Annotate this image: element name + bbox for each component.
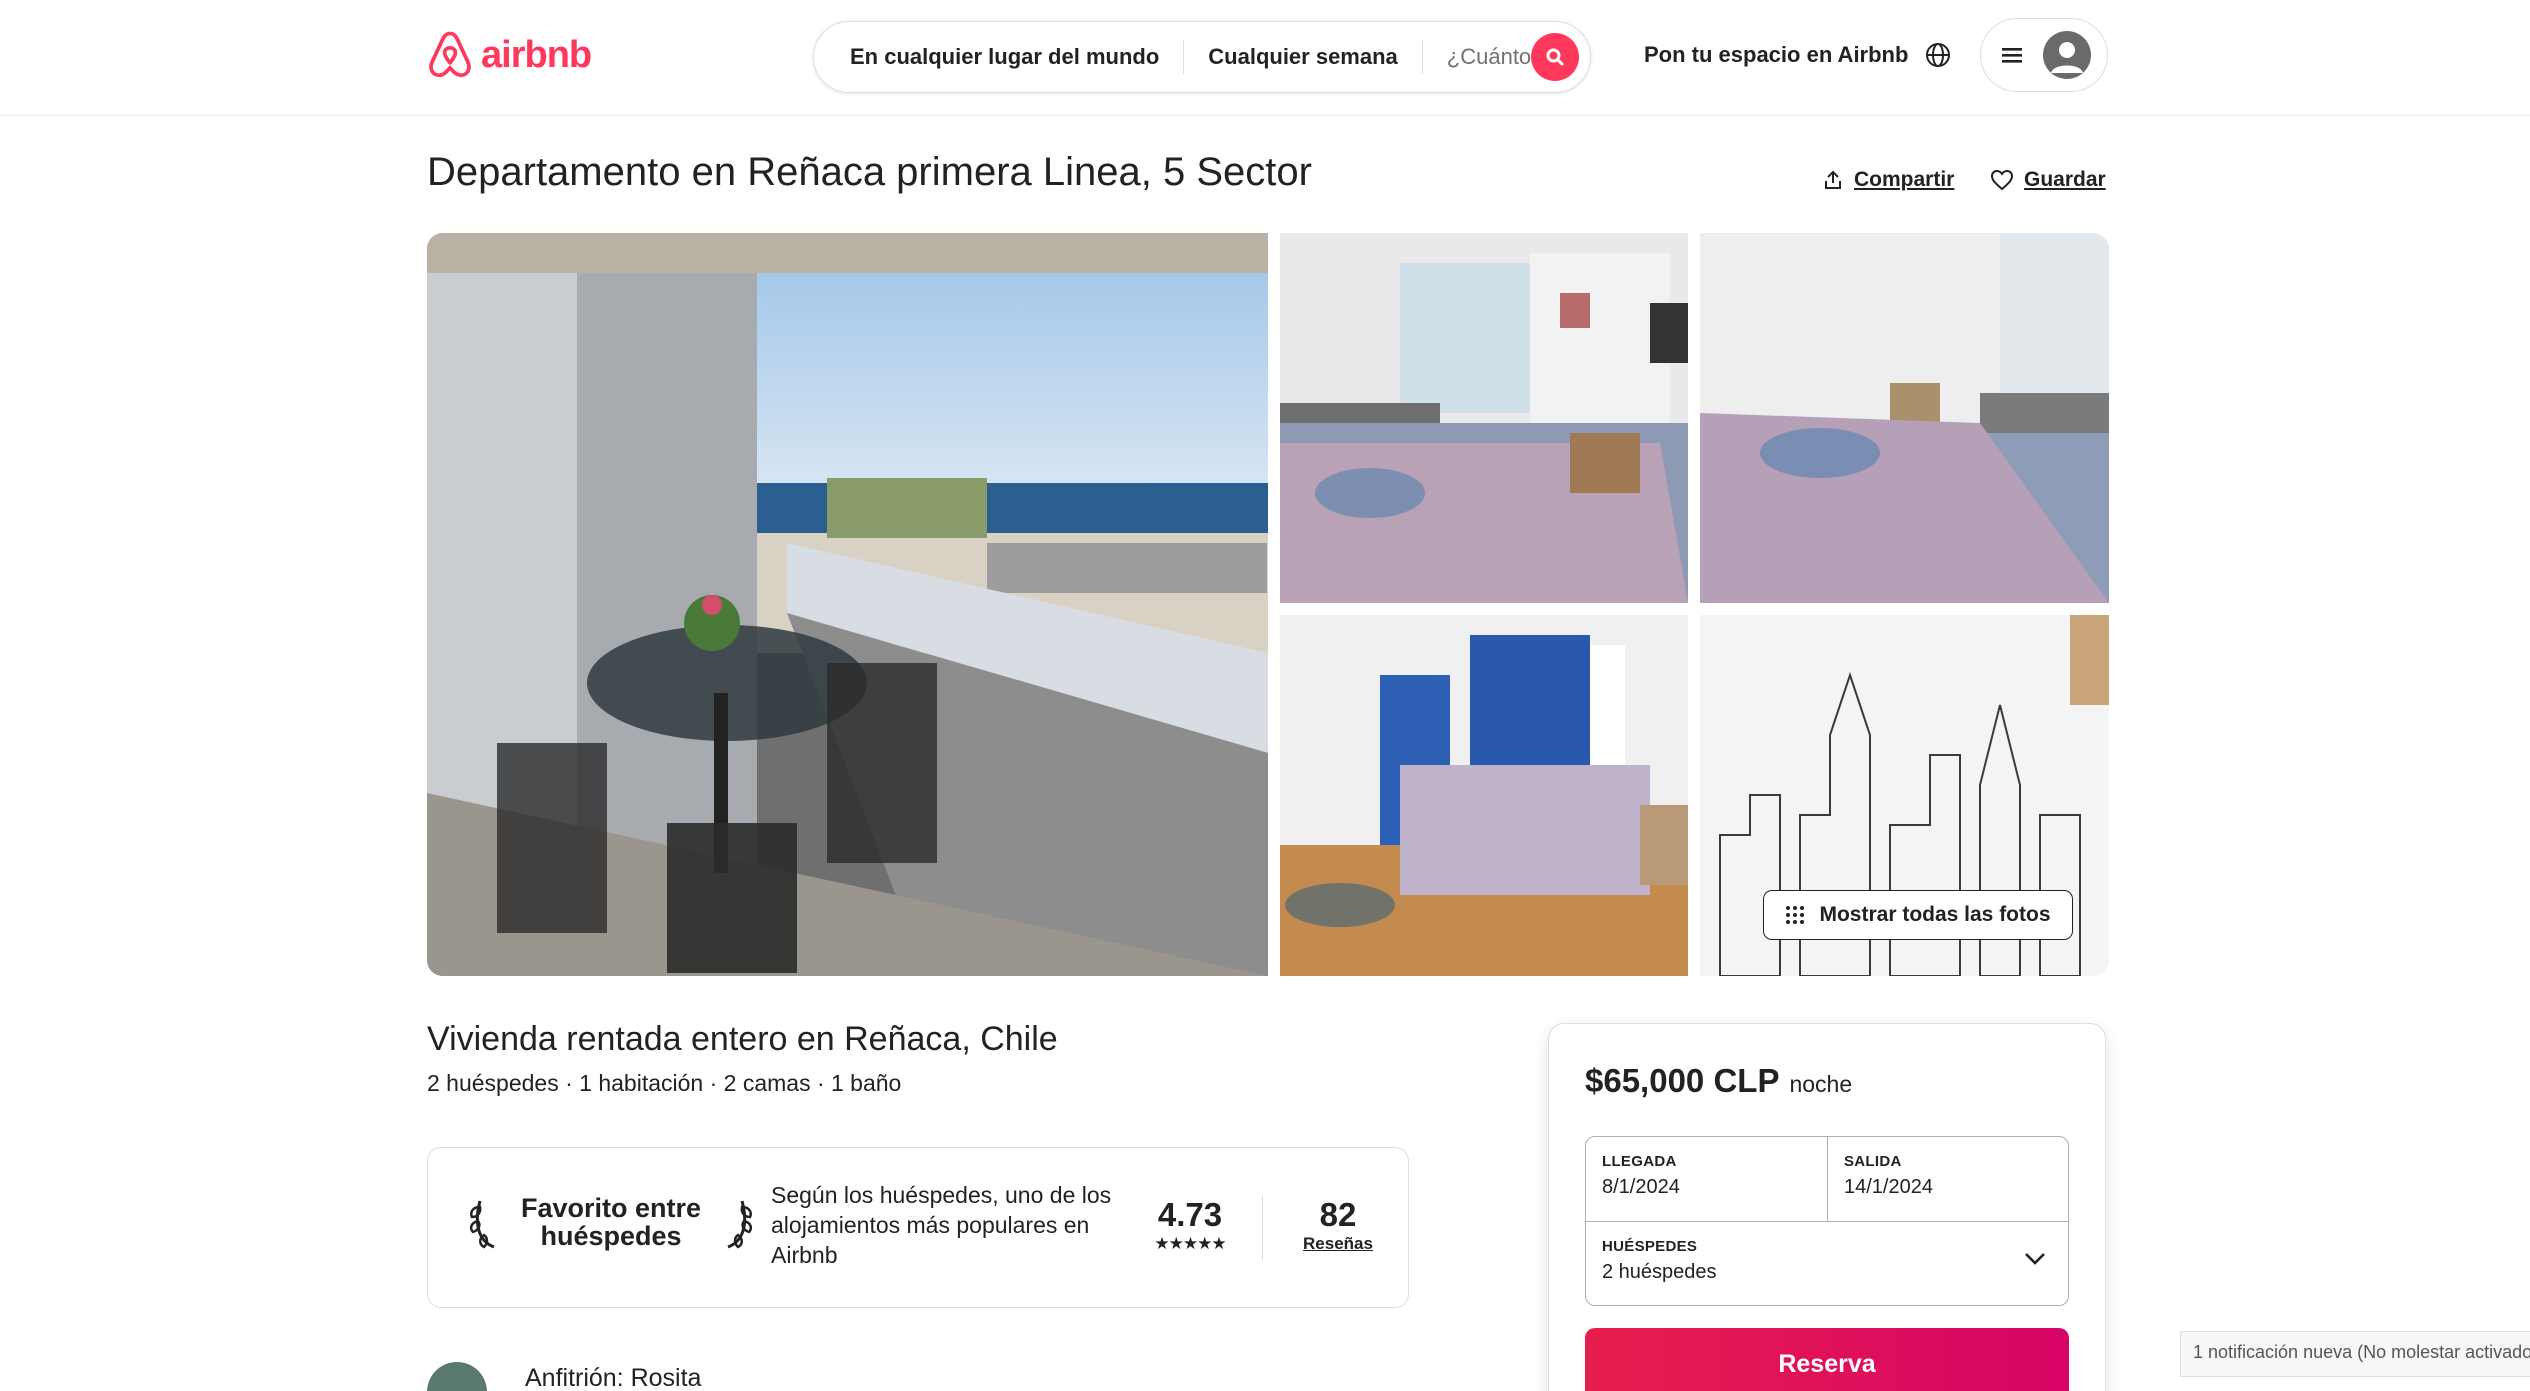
share-button[interactable]: Compartir <box>1822 168 1954 192</box>
rating-stars-icon: ★★★★★ <box>1154 1234 1226 1253</box>
host-row: Anfitrión: Rosita <box>427 1362 701 1391</box>
divider <box>1262 1196 1263 1260</box>
save-button[interactable]: Guardar <box>1990 168 2106 192</box>
guests-select[interactable]: HUÉSPEDES 2 huéspedes <box>1586 1222 2068 1307</box>
price-row: $65,000 CLP noche <box>1585 1062 1852 1100</box>
laurel-left-icon <box>469 1200 495 1249</box>
reviews-count: 82 <box>1319 1196 1357 1233</box>
host-name: Anfitrión: Rosita <box>525 1364 702 1391</box>
reviews-block[interactable]: 82 Reseñas <box>1278 1196 1398 1254</box>
listing-details: 2 huéspedes · 1 habitación · 2 camas · 1… <box>427 1070 902 1096</box>
guests-value: 2 huéspedes <box>1602 1261 1717 1283</box>
dates-guests-picker: LLEGADA 8/1/2024 SALIDA 14/1/2024 HUÉSPE… <box>1585 1136 2069 1306</box>
show-all-photos-label: Mostrar todas las fotos <box>1819 903 2051 926</box>
price-value: $65,000 CLP <box>1585 1062 1780 1099</box>
host-your-space-link[interactable]: Pon tu espacio en Airbnb <box>1644 42 1908 68</box>
share-label: Compartir <box>1854 168 1955 191</box>
grid-icon <box>1786 906 1805 924</box>
reserve-button[interactable]: Reserva <box>1585 1328 2069 1391</box>
menu-icon <box>2002 48 2022 63</box>
checkout-label: SALIDA <box>1844 1153 1902 1170</box>
globe-icon[interactable] <box>1923 40 1953 70</box>
guest-favorite-description: Según los huéspedes, uno de los alojamie… <box>771 1182 1112 1268</box>
listing-title: Departamento en Reñaca primera Linea, 5 … <box>427 150 1312 194</box>
checkin-label: LLEGADA <box>1602 1153 1677 1170</box>
chevron-down-icon <box>2025 1253 2045 1265</box>
guest-favorite-title: Favorito entre huéspedes <box>520 1193 702 1251</box>
search-bar[interactable]: En cualquier lugar del mundo Cualquier s… <box>813 21 1591 93</box>
system-notification[interactable]: 1 notificación nueva (No molestar activa… <box>2180 1331 2530 1377</box>
reviews-link[interactable]: Reseñas <box>1278 1234 1398 1254</box>
search-when[interactable]: Cualquier semana <box>1184 44 1422 70</box>
user-menu-button[interactable] <box>1980 18 2108 92</box>
main-photo-terrace[interactable] <box>427 233 1268 976</box>
host-avatar[interactable] <box>427 1362 487 1391</box>
guest-favorite-badge: Favorito entre huéspedes <box>468 1193 754 1251</box>
search-icon <box>1546 48 1564 66</box>
photo-bedroom-window[interactable] <box>1280 233 1688 603</box>
logo-text: airbnb <box>481 33 592 76</box>
search-button[interactable] <box>1531 33 1579 81</box>
photo-gallery <box>427 233 2109 976</box>
listing-subtitle: Vivienda rentada entero en Reñaca, Chile <box>427 1020 1058 1058</box>
photo-bedroom-beds[interactable] <box>1700 233 2109 603</box>
photo-bedroom-closet[interactable] <box>1280 615 1688 976</box>
user-avatar-icon <box>2043 31 2091 79</box>
guests-label: HUÉSPEDES <box>1602 1238 1698 1255</box>
checkout-value: 14/1/2024 <box>1844 1176 1933 1198</box>
show-all-photos-button[interactable]: Mostrar todas las fotos <box>1763 890 2073 940</box>
heart-icon <box>1990 169 2014 191</box>
top-header: airbnb En cualquier lugar del mundo Cual… <box>0 0 2530 116</box>
rating-block: 4.73 ★★★★★ <box>1134 1196 1246 1254</box>
booking-card: $65,000 CLP noche LLEGADA 8/1/2024 SALID… <box>1548 1023 2106 1391</box>
rating-value: 4.73 <box>1157 1196 1223 1233</box>
laurel-right-icon <box>727 1200 753 1249</box>
checkout-field[interactable]: SALIDA 14/1/2024 <box>1828 1137 2070 1221</box>
airbnb-logo[interactable]: airbnb <box>427 30 592 80</box>
airbnb-logo-icon <box>429 31 471 78</box>
guest-favorite-card: Favorito entre huéspedes Según los huésp… <box>427 1147 1409 1308</box>
share-icon <box>1825 170 1841 189</box>
checkin-field[interactable]: LLEGADA 8/1/2024 <box>1586 1137 1828 1221</box>
search-where[interactable]: En cualquier lugar del mundo <box>814 44 1183 70</box>
save-label: Guardar <box>2024 168 2106 191</box>
checkin-value: 8/1/2024 <box>1602 1176 1680 1198</box>
price-unit: noche <box>1789 1071 1853 1097</box>
